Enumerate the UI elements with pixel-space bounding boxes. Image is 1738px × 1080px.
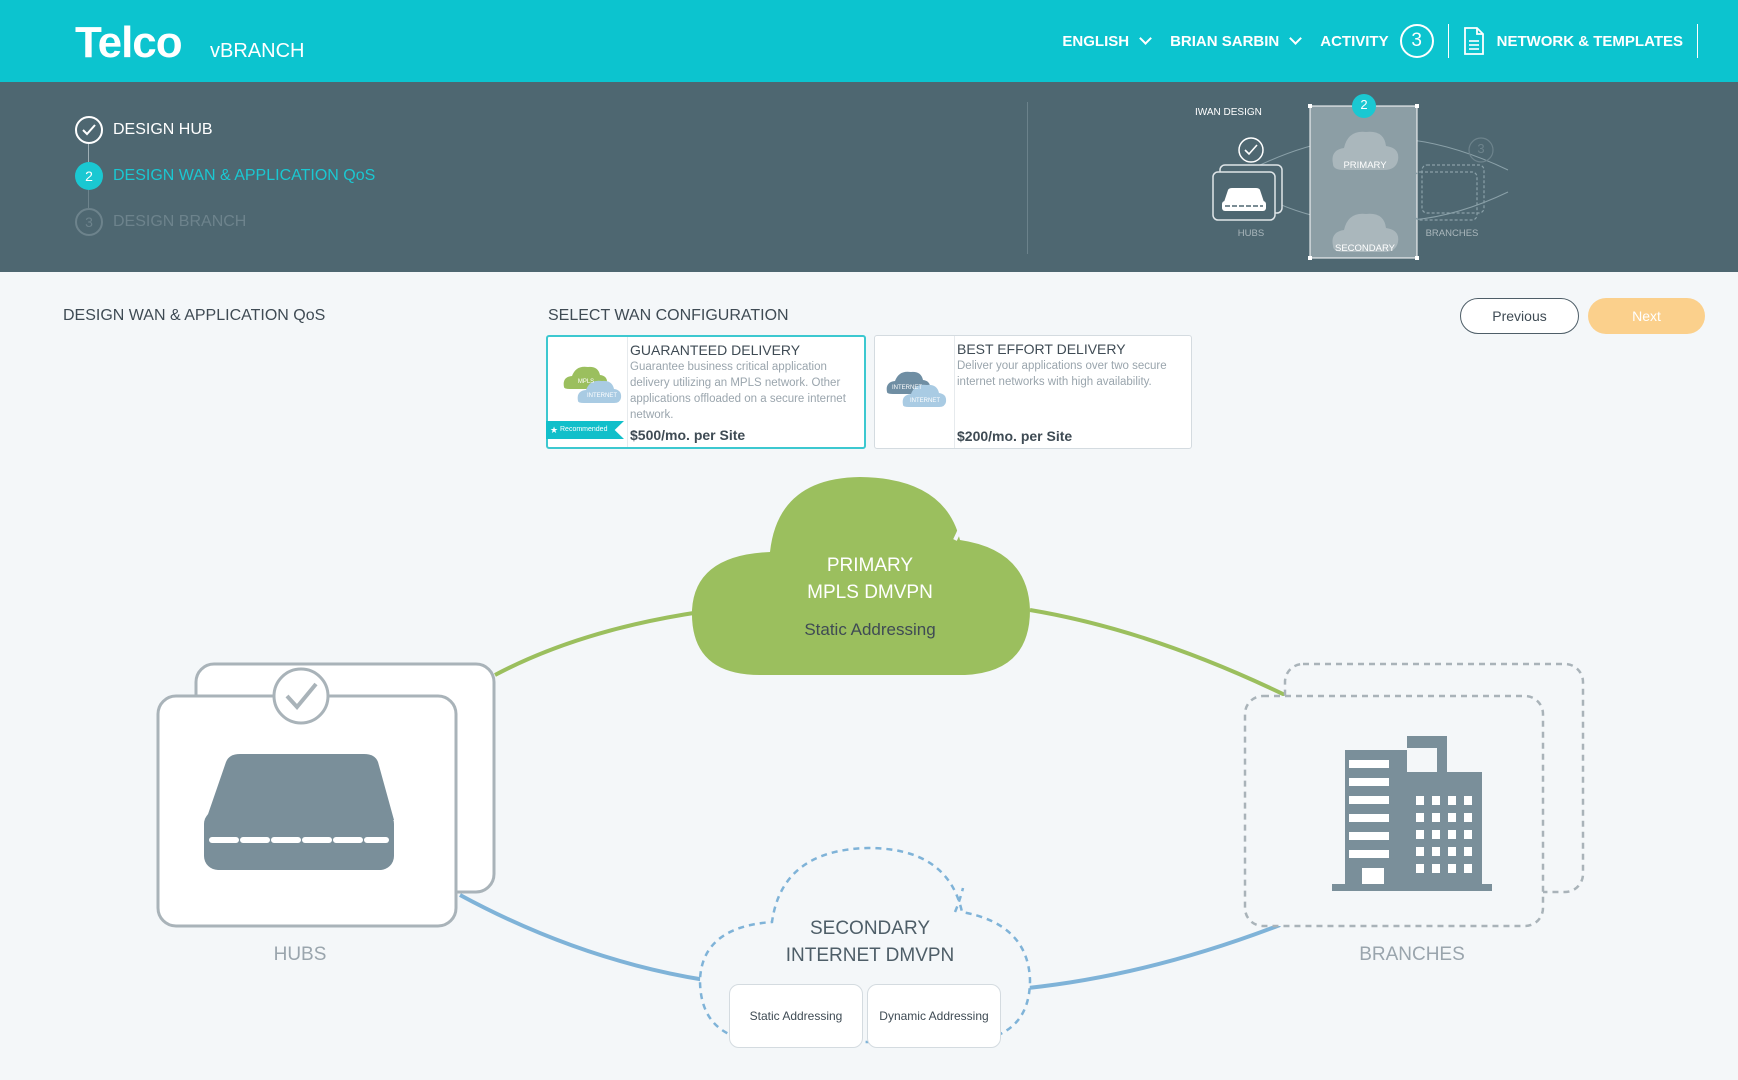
step-design-wan[interactable]: 2 DESIGN WAN & APPLICATION QoS: [75, 162, 375, 190]
static-addressing-option[interactable]: Static Addressing: [729, 984, 863, 1048]
secondary-cloud-subtitle: INTERNET DMVPN: [785, 945, 955, 966]
step-label: DESIGN WAN & APPLICATION QoS: [113, 167, 376, 184]
network-templates-link[interactable]: NETWORK & TEMPLATES: [1449, 27, 1683, 55]
mini-branches-step: 3: [1477, 141, 1485, 156]
user-name: BRIAN SARBIN: [1170, 32, 1280, 50]
product-name: vBRANCH: [210, 40, 305, 62]
option-card-best-effort[interactable]: INTERNET INTERNET BEST EFFORT DELIVERY D…: [874, 335, 1192, 449]
user-menu[interactable]: BRIAN SARBIN: [1170, 31, 1303, 50]
section-title: SELECT WAN CONFIGURATION: [548, 307, 789, 324]
activity-menu[interactable]: ACTIVITY 3: [1320, 24, 1434, 58]
mini-secondary-label: SECONDARY: [1334, 243, 1395, 254]
option-thumbnail: INTERNET INTERNET: [875, 336, 955, 448]
step-number: 3: [75, 208, 103, 236]
dynamic-addressing-option[interactable]: Dynamic Addressing: [867, 984, 1001, 1048]
thumb-cloud-label: INTERNET: [587, 393, 617, 399]
option-title: GUARANTEED DELIVERY: [630, 342, 801, 358]
branches-label: BRANCHES: [1359, 944, 1465, 965]
recommended-label: Recommended: [560, 426, 608, 433]
iwan-design-map: IWAN DESIGN 2 PRIMARY SECONDARY HUBS BRA…: [1190, 94, 1540, 264]
language-menu[interactable]: ENGLISH: [1062, 31, 1152, 50]
nav-divider: [1697, 24, 1698, 58]
cloud-icon: [886, 371, 947, 407]
step-bar: DESIGN HUB 2 DESIGN WAN & APPLICATION Qo…: [0, 82, 1738, 272]
hubs-label: HUBS: [273, 944, 327, 965]
option-card-guaranteed[interactable]: MPLS INTERNET ★ Recommended GUARANTEED D…: [546, 335, 866, 449]
option-price: $200/mo. per Site: [957, 428, 1073, 444]
primary-cloud-title: PRIMARY: [826, 555, 914, 576]
network-templates-label: NETWORK & TEMPLATES: [1496, 32, 1683, 50]
step-number: 2: [75, 162, 103, 190]
step-label: DESIGN HUB: [113, 121, 213, 138]
step-design-hub[interactable]: DESIGN HUB: [75, 116, 375, 144]
stepbar-divider: [1027, 102, 1028, 254]
thumb-cloud-label: MPLS: [577, 379, 595, 385]
document-icon: [1463, 27, 1484, 55]
option-description: Deliver your applications over two secur…: [957, 360, 1167, 388]
step-connector: [88, 190, 89, 208]
secondary-cloud-title: SECONDARY: [809, 918, 930, 939]
step-label: DESIGN BRANCH: [113, 213, 247, 230]
activity-count-badge: 3: [1399, 24, 1434, 58]
option-price: $500/mo. per Site: [630, 427, 746, 443]
top-bar: Telco vBRANCH ENGLISH BRIAN SARBIN ACTIV…: [0, 0, 1738, 82]
wan-diagram: PRIMARY MPLS DMVPN Static Addressing SEC…: [0, 460, 1738, 1080]
primary-cloud[interactable]: PRIMARY MPLS DMVPN Static Addressing: [730, 552, 1010, 643]
primary-addressing: Static Addressing: [804, 620, 936, 639]
primary-cloud-subtitle: MPLS DMVPN: [807, 582, 933, 603]
mini-branches-label: BRANCHES: [1425, 228, 1479, 239]
page-title: DESIGN WAN & APPLICATION QoS: [63, 307, 326, 324]
top-nav: ENGLISH BRIAN SARBIN ACTIVITY 3 NETWORK …: [1042, 0, 1698, 82]
mini-step-badge: 2: [1360, 97, 1368, 112]
mini-hubs-label: HUBS: [1237, 228, 1265, 239]
chevron-down-icon: [1139, 31, 1152, 45]
previous-button[interactable]: Previous: [1460, 298, 1579, 334]
chevron-down-icon: [1289, 31, 1303, 45]
thumb-cloud-label: INTERNET: [910, 398, 940, 404]
step-list: DESIGN HUB 2 DESIGN WAN & APPLICATION Qo…: [75, 116, 375, 254]
activity-label: ACTIVITY: [1320, 32, 1389, 50]
thumb-cloud-label: INTERNET: [892, 385, 922, 391]
next-button[interactable]: Next: [1588, 298, 1705, 334]
mini-primary-label: PRIMARY: [1343, 160, 1387, 171]
checkmark-icon: [75, 116, 103, 144]
brand-logo[interactable]: Telco: [75, 18, 183, 68]
language-label: ENGLISH: [1062, 32, 1130, 50]
option-title: BEST EFFORT DELIVERY: [957, 341, 1126, 357]
recommended-badge: ★ Recommended: [546, 421, 624, 439]
secondary-cloud[interactable]: SECONDARY INTERNET DMVPN: [730, 915, 1010, 969]
step-connector: [88, 144, 89, 162]
step-design-branch[interactable]: 3 DESIGN BRANCH: [75, 208, 375, 236]
star-icon: ★: [550, 425, 559, 435]
option-description: Guarantee business critical application …: [630, 361, 846, 421]
